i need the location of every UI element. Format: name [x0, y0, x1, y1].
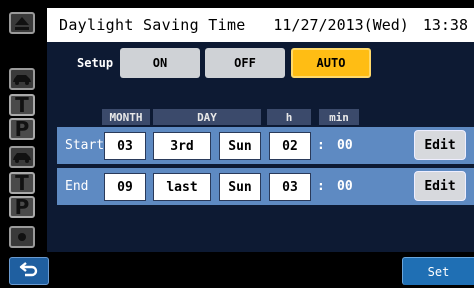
start-weekday-field[interactable]: Sun [219, 132, 261, 160]
sidebar-item-t[interactable]: T [9, 171, 35, 195]
off-button[interactable]: OFF [205, 48, 285, 78]
car-icon[interactable] [9, 68, 35, 90]
sidebar-item-p[interactable]: P [9, 195, 35, 219]
day-column-header: DAY [153, 109, 261, 125]
start-edit-button[interactable]: Edit [414, 130, 466, 160]
end-week-field[interactable]: last [153, 173, 211, 201]
main-panel: Daylight Saving Time 11/27/2013(Wed) 13:3… [47, 8, 474, 252]
sidebar-item-p[interactable]: P [9, 117, 35, 141]
time-label: 13:38 [422, 16, 468, 34]
back-button[interactable] [9, 257, 49, 285]
start-row: Start 03 3rd Sun 02 : 00 Edit [57, 127, 474, 164]
end-edit-button[interactable]: Edit [414, 171, 466, 201]
bottom-bar: Set [0, 252, 474, 288]
left-sidebar: T P T P [0, 0, 44, 252]
minute-column-header: min [319, 109, 359, 125]
end-time-colon: : [317, 179, 325, 194]
dot-icon[interactable] [9, 226, 35, 248]
month-column-header: MONTH [102, 109, 150, 125]
header-bar: Daylight Saving Time 11/27/2013(Wed) 13:3… [47, 8, 474, 42]
setup-label: Setup [77, 56, 114, 70]
start-minute-value: 00 [337, 138, 353, 153]
start-time-colon: : [317, 138, 325, 153]
date-time: 11/27/2013(Wed) 13:38 [259, 16, 468, 34]
start-hour-field[interactable]: 02 [269, 132, 311, 160]
end-month-field[interactable]: 09 [104, 173, 146, 201]
page-title: Daylight Saving Time [59, 16, 246, 34]
end-row: End 09 last Sun 03 : 00 Edit [57, 168, 474, 205]
date-label: 11/27/2013(Wed) [273, 16, 409, 34]
end-weekday-field[interactable]: Sun [219, 173, 261, 201]
start-month-field[interactable]: 03 [104, 132, 146, 160]
back-arrow-icon [19, 261, 39, 281]
start-week-field[interactable]: 3rd [153, 132, 211, 160]
start-label: Start [65, 138, 105, 153]
set-button[interactable]: Set [402, 257, 474, 285]
eject-icon[interactable] [9, 12, 35, 34]
on-button[interactable]: ON [120, 48, 200, 78]
hour-column-header: h [267, 109, 311, 125]
end-hour-field[interactable]: 03 [269, 173, 311, 201]
car-icon[interactable] [9, 146, 35, 168]
sidebar-item-t[interactable]: T [9, 93, 35, 117]
end-label: End [65, 179, 89, 194]
auto-button[interactable]: AUTO [291, 48, 371, 78]
end-minute-value: 00 [337, 179, 353, 194]
